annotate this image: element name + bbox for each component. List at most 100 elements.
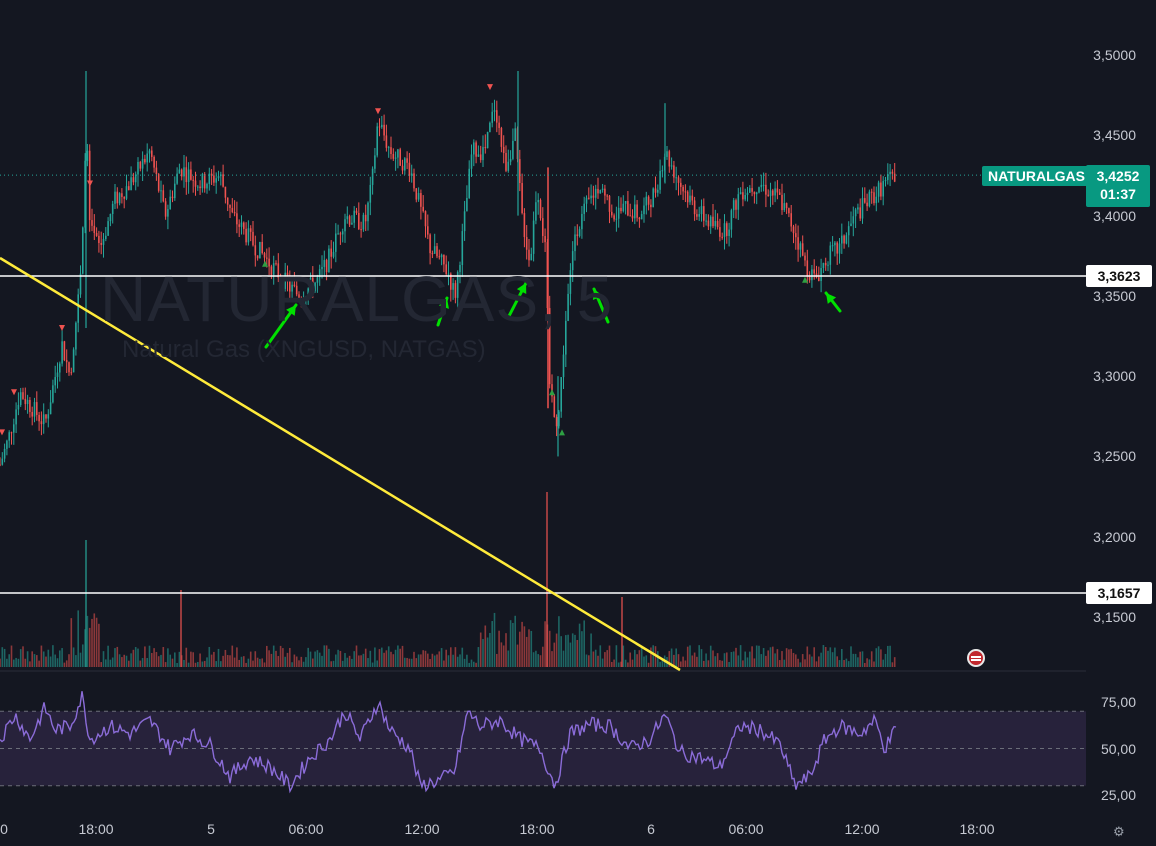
volume-bar: [167, 648, 169, 667]
price-chart[interactable]: [0, 0, 1156, 846]
candle-body: [431, 253, 434, 255]
volume-bar: [822, 645, 825, 667]
time-axis-tick: 5: [207, 821, 215, 837]
volume-bar: [79, 652, 82, 667]
volume-bar: [348, 655, 351, 667]
candle-body: [254, 245, 257, 256]
volume-bar: [203, 660, 206, 667]
volume-bar: [891, 662, 894, 667]
volume-bar: [650, 647, 652, 667]
volume-bar: [537, 654, 539, 667]
volume-bar: [22, 646, 24, 667]
volume-bar: [252, 660, 254, 667]
candle-body: [107, 221, 109, 236]
volume-bar: [341, 660, 344, 667]
candle-body: [525, 237, 528, 250]
volume-bar: [249, 651, 252, 667]
rsi-axis-tick: 75,00: [1100, 694, 1136, 710]
volume-bar: [270, 653, 273, 667]
candle-body: [63, 341, 66, 361]
candle-body: [19, 392, 22, 405]
volume-bar: [880, 649, 882, 667]
volume-bar: [597, 655, 599, 667]
volume-bar: [26, 651, 29, 667]
candle-body: [151, 150, 153, 157]
volume-bar: [157, 656, 160, 667]
candle-body: [42, 414, 45, 425]
volume-bar: [657, 651, 659, 667]
candle-body: [3, 448, 6, 459]
volume-bar: [496, 653, 498, 667]
volume-bar: [560, 636, 562, 667]
candle-body: [415, 188, 418, 200]
candle-body: [54, 376, 56, 386]
volume-bar: [675, 648, 677, 667]
candle-body: [857, 207, 859, 210]
candle-body: [438, 256, 441, 258]
volume-bar: [466, 654, 468, 667]
volume-bar: [634, 649, 636, 667]
volume-bar: [351, 658, 353, 667]
volume-bar: [394, 649, 397, 667]
volume-bar: [521, 621, 523, 667]
candle-body: [843, 235, 845, 244]
level-label-lower[interactable]: 3,1657: [1086, 582, 1152, 604]
volume-bar: [611, 661, 613, 667]
candle-body: [362, 214, 365, 230]
candle-body: [792, 226, 795, 234]
time-axis-tick: 12:00: [404, 821, 440, 837]
candle-body: [753, 191, 756, 195]
candle-body: [749, 188, 751, 193]
candle-body: [263, 253, 266, 258]
volume-bar: [130, 653, 132, 667]
volume-bar: [307, 647, 309, 667]
candle-body: [351, 222, 353, 225]
volume-bar: [436, 654, 438, 667]
volume-bar: [15, 657, 17, 667]
candle-body: [52, 385, 54, 403]
symbol-watermark: NATURALGAS, 5: [100, 263, 614, 335]
candle-body: [378, 126, 381, 128]
volume-bar: [772, 646, 774, 667]
volume-bar: [190, 651, 192, 667]
candle-body: [652, 188, 654, 208]
volume-bar: [562, 650, 565, 667]
candle-body: [765, 184, 767, 195]
level-label-upper[interactable]: 3,3623: [1086, 265, 1152, 287]
volume-bar: [47, 649, 50, 667]
candle-body: [355, 210, 358, 213]
volume-bar: [24, 658, 27, 667]
candle-body: [707, 220, 710, 227]
volume-bar: [266, 645, 268, 667]
volume-bar: [247, 658, 250, 667]
volume-bar: [703, 660, 705, 667]
settings-icon[interactable]: ⚙: [1113, 824, 1125, 840]
volume-bar: [489, 632, 491, 667]
volume-bar: [134, 647, 137, 667]
volume-bar: [111, 657, 114, 667]
volume-bar: [3, 648, 6, 667]
volume-bar: [621, 597, 623, 667]
candle-body: [420, 193, 422, 207]
volume-bar: [52, 645, 54, 667]
candle-body: [65, 360, 68, 363]
volume-bar: [693, 652, 696, 667]
volume-bar: [339, 650, 342, 667]
candle-body: [424, 211, 427, 227]
volume-bar: [13, 659, 15, 667]
candle-body: [737, 194, 740, 210]
candle-body: [240, 222, 243, 227]
candle-body: [891, 171, 894, 174]
us-flag-icon[interactable]: [967, 649, 985, 667]
candle-body: [390, 147, 392, 155]
volume-bar: [433, 655, 436, 667]
volume-bar: [217, 648, 220, 667]
volume-bar: [546, 492, 548, 667]
candle-body: [797, 237, 799, 250]
volume-bar: [765, 655, 767, 667]
candle-body: [348, 216, 351, 225]
volume-bar: [601, 658, 604, 667]
candle-body: [841, 235, 843, 244]
volume-bar: [544, 621, 546, 667]
candle-body: [429, 234, 431, 254]
